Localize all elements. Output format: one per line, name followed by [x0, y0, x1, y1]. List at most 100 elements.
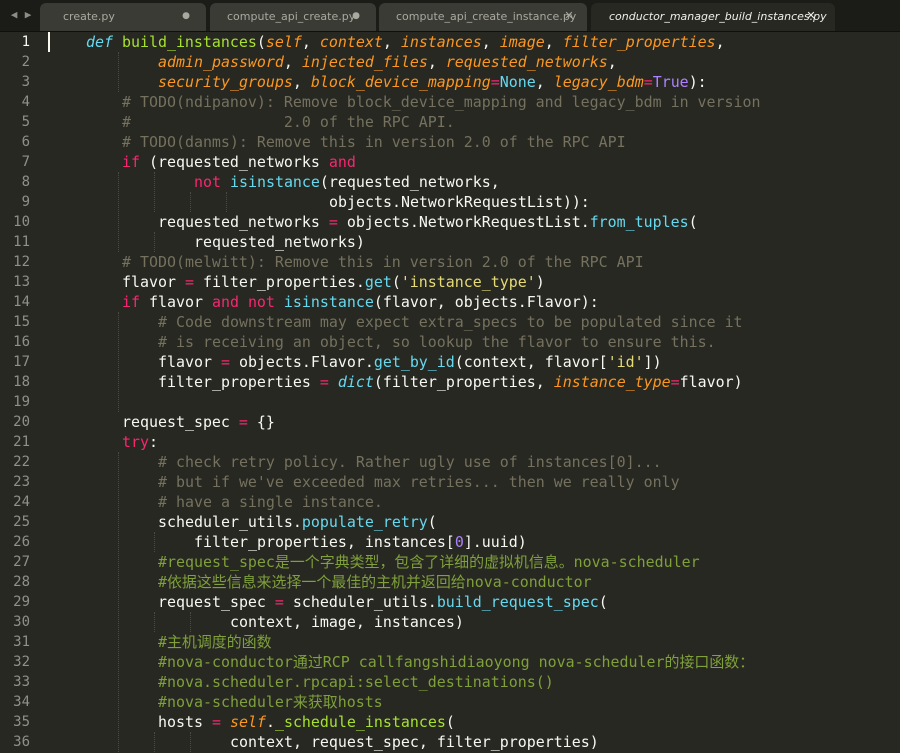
- line-number: 3: [21, 74, 30, 90]
- tab-create-py[interactable]: create.py ●: [40, 3, 206, 31]
- code-token: request_spec: [122, 413, 239, 431]
- code-line[interactable]: # TODO(melwitt): Remove this in version …: [122, 252, 644, 272]
- indent-guide: [154, 612, 155, 632]
- code-line[interactable]: try:: [122, 432, 158, 452]
- code-token: try: [122, 433, 149, 451]
- code-token: True: [652, 73, 689, 91]
- line-number: 7: [21, 154, 30, 170]
- code-line[interactable]: scheduler_utils.populate_retry(: [158, 512, 437, 532]
- code-line[interactable]: context, request_spec, filter_properties…: [230, 732, 599, 752]
- line-number: 11: [13, 234, 30, 250]
- tab-compute-api-create-py[interactable]: compute_api_create.py ●: [210, 3, 376, 31]
- tab-conductor-manager-build-instances-py[interactable]: conductor_manager_build_instances.py ✕: [591, 3, 835, 31]
- indent-guide: [154, 732, 155, 752]
- code-line[interactable]: security_groups, block_device_mapping=No…: [158, 72, 707, 92]
- code-token: block_device_mapping: [310, 73, 491, 91]
- code-token: self: [265, 33, 302, 51]
- code-token: (: [391, 273, 401, 291]
- code-line[interactable]: flavor = filter_properties.get('instance…: [122, 272, 545, 292]
- code-line[interactable]: objects.NetworkRequestList)):: [329, 192, 590, 212]
- code-token: None: [499, 73, 536, 91]
- code-line[interactable]: filter_properties = dict(filter_properti…: [158, 372, 743, 392]
- line-number: 25: [13, 514, 30, 530]
- code-token: instance_type: [553, 373, 671, 391]
- code-line[interactable]: # TODO(ndipanov): Remove block_device_ma…: [122, 92, 761, 112]
- code-token: isinstance: [283, 293, 374, 311]
- code-line[interactable]: hosts = self._schedule_instances(: [158, 712, 455, 732]
- code-token: admin_password: [158, 53, 284, 71]
- code-line[interactable]: #主机调度的函数: [158, 632, 272, 652]
- code-line[interactable]: request_spec = scheduler_utils.build_req…: [158, 592, 608, 612]
- code-line[interactable]: #依据这些信息来选择一个最佳的主机并返回给nova-conductor: [158, 572, 592, 592]
- code-line[interactable]: # 2.0 of the RPC API.: [122, 112, 455, 132]
- tab-label: compute_api_create_instance.py: [396, 10, 577, 23]
- code-line[interactable]: if (requested_networks and: [122, 152, 356, 172]
- line-number: 27: [13, 554, 30, 570]
- line-number: 33: [13, 674, 30, 690]
- code-token: objects.NetworkRequestList)):: [329, 193, 590, 211]
- code-token: =: [211, 713, 221, 731]
- code-token: # TODO(danms): Remove this in version 2.…: [122, 133, 626, 151]
- code-line[interactable]: #request_spec是一个字典类型，包含了详细的虚拟机信息。nova-sc…: [158, 552, 700, 572]
- line-number: 2: [21, 54, 30, 70]
- code-token: instances: [400, 33, 482, 51]
- tab-compute-api-create-instance-py[interactable]: compute_api_create_instance.py ✕: [379, 3, 587, 31]
- line-number: 28: [13, 574, 30, 590]
- code-line[interactable]: #nova-scheduler来获取hosts: [158, 692, 383, 712]
- code-line[interactable]: # is receiving an object, so lookup the …: [158, 332, 716, 352]
- unsaved-dot-icon[interactable]: ●: [179, 9, 193, 23]
- code-editor[interactable]: 1 2 3 4 5 6 7 8 9 10 11 12 13 14 15 16 17 18 19 20 21 22 23 24 2…: [0, 32, 900, 753]
- code-line[interactable]: #nova.scheduler.rpcapi:select_destinatio…: [158, 672, 554, 692]
- indent-guide: [154, 532, 155, 552]
- code-line[interactable]: requested_networks): [194, 232, 365, 252]
- code-token: =: [184, 273, 194, 291]
- line-number: 13: [13, 274, 30, 290]
- code-token: # is receiving an object, so lookup the …: [158, 333, 716, 351]
- code-token: ,: [544, 33, 563, 51]
- code-line[interactable]: #nova-conductor通过RCP callfangshidiaoyong…: [158, 652, 754, 672]
- code-line[interactable]: filter_properties, instances[0].uuid): [194, 532, 527, 552]
- code-token: injected_files: [301, 53, 428, 71]
- code-line[interactable]: flavor = objects.Flavor.get_by_id(contex…: [158, 352, 662, 372]
- code-line[interactable]: # check retry policy. Rather ugly use of…: [158, 452, 662, 472]
- code-token: and: [328, 153, 356, 171]
- code-token: #nova.scheduler.rpcapi:select_destinatio…: [158, 673, 554, 691]
- code-token: # TODO(ndipanov): Remove block_device_ma…: [122, 93, 761, 111]
- code-token: ,: [715, 33, 725, 51]
- code-token: #nova-conductor通过RCP callfangshidiaoyong…: [158, 653, 755, 671]
- code-token: isinstance: [229, 173, 320, 191]
- code-token: ):: [688, 73, 707, 91]
- code-token: if: [122, 153, 140, 171]
- code-token: context, image, instances): [230, 613, 464, 631]
- unsaved-dot-icon[interactable]: ●: [349, 9, 363, 23]
- code-line[interactable]: not isinstance(requested_networks,: [194, 172, 500, 192]
- close-icon[interactable]: ✕: [562, 9, 576, 23]
- code-line[interactable]: def build_instances(self, context, insta…: [86, 32, 725, 52]
- code-line[interactable]: if flavor and not isinstance(flavor, obj…: [122, 292, 599, 312]
- code-token: ,: [481, 33, 500, 51]
- code-token: ): [535, 273, 545, 291]
- code-token: security_groups: [158, 73, 293, 91]
- code-token: 0: [454, 533, 464, 551]
- line-number: 35: [13, 714, 30, 730]
- code-token: =: [670, 373, 680, 391]
- code-line[interactable]: context, image, instances): [230, 612, 464, 632]
- back-arrow-icon[interactable]: ◀: [8, 8, 20, 22]
- code-line[interactable]: requested_networks = objects.NetworkRequ…: [158, 212, 698, 232]
- close-icon[interactable]: ✕: [804, 9, 818, 23]
- forward-arrow-icon[interactable]: ▶: [22, 8, 34, 22]
- code-line[interactable]: # but if we've exceeded max retries... t…: [158, 472, 680, 492]
- code-token: not: [194, 173, 221, 191]
- code-line[interactable]: # Code downstream may expect extra_specs…: [158, 312, 743, 332]
- code-line[interactable]: # TODO(danms): Remove this in version 2.…: [122, 132, 626, 152]
- line-number: 14: [13, 294, 30, 310]
- code-token: (: [427, 513, 437, 531]
- code-line[interactable]: request_spec = {}: [122, 412, 275, 432]
- code-token: ,: [427, 53, 446, 71]
- code-area[interactable]: def build_instances(self, context, insta…: [50, 32, 900, 753]
- code-token: filter_properties.: [193, 273, 365, 291]
- line-number: 4: [21, 94, 30, 110]
- indent-guide: [118, 452, 119, 752]
- code-line[interactable]: # have a single instance.: [158, 492, 383, 512]
- code-line[interactable]: admin_password, injected_files, requeste…: [158, 52, 617, 72]
